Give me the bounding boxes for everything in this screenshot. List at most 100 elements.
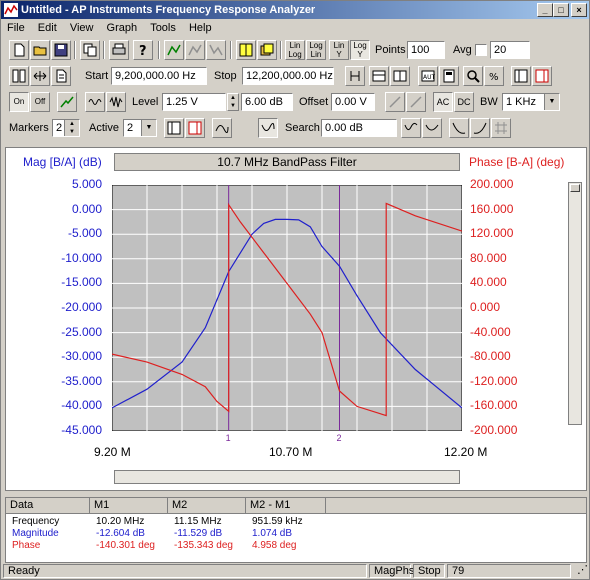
lin-log-button[interactable]: Lin Log xyxy=(285,40,305,60)
zoom-button[interactable] xyxy=(463,66,483,86)
track-curve-button[interactable] xyxy=(258,118,278,138)
menu-graph[interactable]: Graph xyxy=(103,19,142,37)
phase-button-2[interactable] xyxy=(406,92,426,112)
active-label: Active xyxy=(89,122,119,134)
copy-icon xyxy=(83,43,97,57)
right-tick-label: -120.000 xyxy=(470,373,518,388)
menu-file[interactable]: File xyxy=(3,19,29,37)
peak-search-button[interactable] xyxy=(212,118,232,138)
active-marker-select[interactable]: 2 ▼ xyxy=(123,119,157,137)
print-button[interactable] xyxy=(109,40,129,60)
vertical-scrollbar[interactable] xyxy=(568,182,582,425)
overlay-button[interactable] xyxy=(257,40,277,60)
cell-m2: 11.15 MHz xyxy=(174,516,222,527)
dc-coupling-button[interactable]: DC xyxy=(454,92,474,112)
sweep-view-button[interactable] xyxy=(9,66,29,86)
graph-panel: Mag [B/A] (dB) 10.7 MHz BandPass Filter … xyxy=(5,147,587,491)
search-down-button[interactable] xyxy=(422,118,442,138)
right-tick-label: 120.000 xyxy=(470,226,514,241)
percent-button[interactable]: % xyxy=(484,66,504,86)
ac-coupling-button[interactable]: AC xyxy=(433,92,453,112)
phase-button-1[interactable] xyxy=(385,92,405,112)
offset-input[interactable]: 0.00 V xyxy=(331,93,375,111)
maximize-button[interactable]: □ xyxy=(553,3,569,17)
save-button[interactable] xyxy=(51,40,71,60)
help-button[interactable]: ? xyxy=(133,40,153,60)
marker-right-button[interactable] xyxy=(185,118,205,138)
level-input[interactable]: 1.25 V xyxy=(162,93,226,111)
level-db-input[interactable]: 6.00 dB xyxy=(241,93,293,111)
search-right-button[interactable] xyxy=(470,118,490,138)
avg-checkbox[interactable] xyxy=(475,44,487,56)
scale-button-2[interactable] xyxy=(369,66,389,86)
scale-button-1[interactable] xyxy=(345,66,365,86)
cell-m1: -140.301 deg xyxy=(96,540,155,551)
log-y-button[interactable]: Log Y xyxy=(350,40,370,60)
frequency-response-plot[interactable] xyxy=(112,185,462,431)
search-curve-icon xyxy=(425,124,439,131)
grid-toggle-button[interactable] xyxy=(491,118,511,138)
chevron-down-icon[interactable]: ▼ xyxy=(544,94,559,110)
left-tick-label: -30.000 xyxy=(61,349,102,364)
svg-text:AUTO: AUTO xyxy=(423,74,435,81)
generator-ramp-button[interactable] xyxy=(57,92,77,112)
left-tick-label: -10.000 xyxy=(61,250,102,265)
search-left-button[interactable] xyxy=(449,118,469,138)
level-spinner[interactable]: ▲ ▼ xyxy=(227,93,239,111)
burst-button[interactable] xyxy=(106,92,126,112)
horizontal-scrollbar[interactable] xyxy=(114,470,460,484)
avg-input[interactable]: 20 xyxy=(490,41,530,59)
start-frequency-input[interactable]: 9,200,000.00 Hz xyxy=(111,67,207,85)
cell-diff: 1.074 dB xyxy=(252,528,293,539)
resize-grip-icon[interactable]: ⋰ xyxy=(573,564,588,578)
new-file-button[interactable] xyxy=(9,40,29,60)
sine-wave-button[interactable] xyxy=(85,92,105,112)
search-value-input[interactable]: 0.00 dB xyxy=(321,119,397,137)
right-tick-label: -80.000 xyxy=(470,349,511,364)
layout-button-2[interactable] xyxy=(532,66,552,86)
points-input[interactable]: 100 xyxy=(407,41,445,59)
bandwidth-select[interactable]: 1 KHz ▼ xyxy=(502,93,560,111)
expand-button[interactable] xyxy=(30,66,50,86)
markers-spinner[interactable]: 2 ▲ ▼ xyxy=(52,119,80,137)
copy-button[interactable] xyxy=(80,40,100,60)
open-file-button[interactable] xyxy=(30,40,50,60)
header-m2[interactable]: M2 xyxy=(168,498,246,514)
calculator-button[interactable] xyxy=(439,66,459,86)
document-button[interactable] xyxy=(51,66,71,86)
scale-button-3[interactable] xyxy=(390,66,410,86)
spinner-arrows-icon[interactable]: ▲ ▼ xyxy=(64,120,79,136)
generator-on-button[interactable]: On xyxy=(9,92,29,112)
menu-tools[interactable]: Tools xyxy=(146,19,180,37)
row-label: Phase xyxy=(12,540,41,551)
search-label: Search xyxy=(285,122,320,134)
offset-label: Offset xyxy=(299,96,329,108)
chevron-down-icon[interactable]: ▼ xyxy=(141,120,156,136)
sweep-disabled-button-2[interactable] xyxy=(206,40,226,60)
header-diff[interactable]: M2 - M1 xyxy=(246,498,326,514)
stop-frequency-input[interactable]: 12,200,000.00 Hz xyxy=(242,67,334,85)
menu-edit[interactable]: Edit xyxy=(34,19,61,37)
search-up-button[interactable] xyxy=(401,118,421,138)
lin-y-button[interactable]: Lin Y xyxy=(329,40,349,60)
header-data[interactable]: Data xyxy=(6,498,90,514)
menu-view[interactable]: View xyxy=(66,19,98,37)
marker-left-button[interactable] xyxy=(164,118,184,138)
table-header: Data M1 M2 M2 - M1 xyxy=(6,498,586,514)
row-label: Frequency xyxy=(12,516,60,527)
sweep-disabled-button-1[interactable] xyxy=(185,40,205,60)
run-sweep-button[interactable] xyxy=(164,40,184,60)
header-m1[interactable]: M1 xyxy=(90,498,168,514)
left-tick-label: 5.000 xyxy=(71,177,102,191)
log-lin-button[interactable]: Log Lin xyxy=(306,40,326,60)
scrollbar-thumb[interactable] xyxy=(570,184,580,192)
auto-button[interactable]: AUTO xyxy=(418,66,438,86)
marker-tool-button[interactable] xyxy=(236,40,256,60)
avg-label: Avg xyxy=(453,44,472,56)
layout-button-1[interactable] xyxy=(511,66,531,86)
x-tick-label: 10.70 M xyxy=(269,445,313,459)
close-button[interactable]: × xyxy=(571,3,587,17)
minimize-button[interactable]: _ xyxy=(537,3,553,17)
generator-off-button[interactable]: Off xyxy=(30,92,50,112)
menu-help[interactable]: Help xyxy=(185,19,216,37)
